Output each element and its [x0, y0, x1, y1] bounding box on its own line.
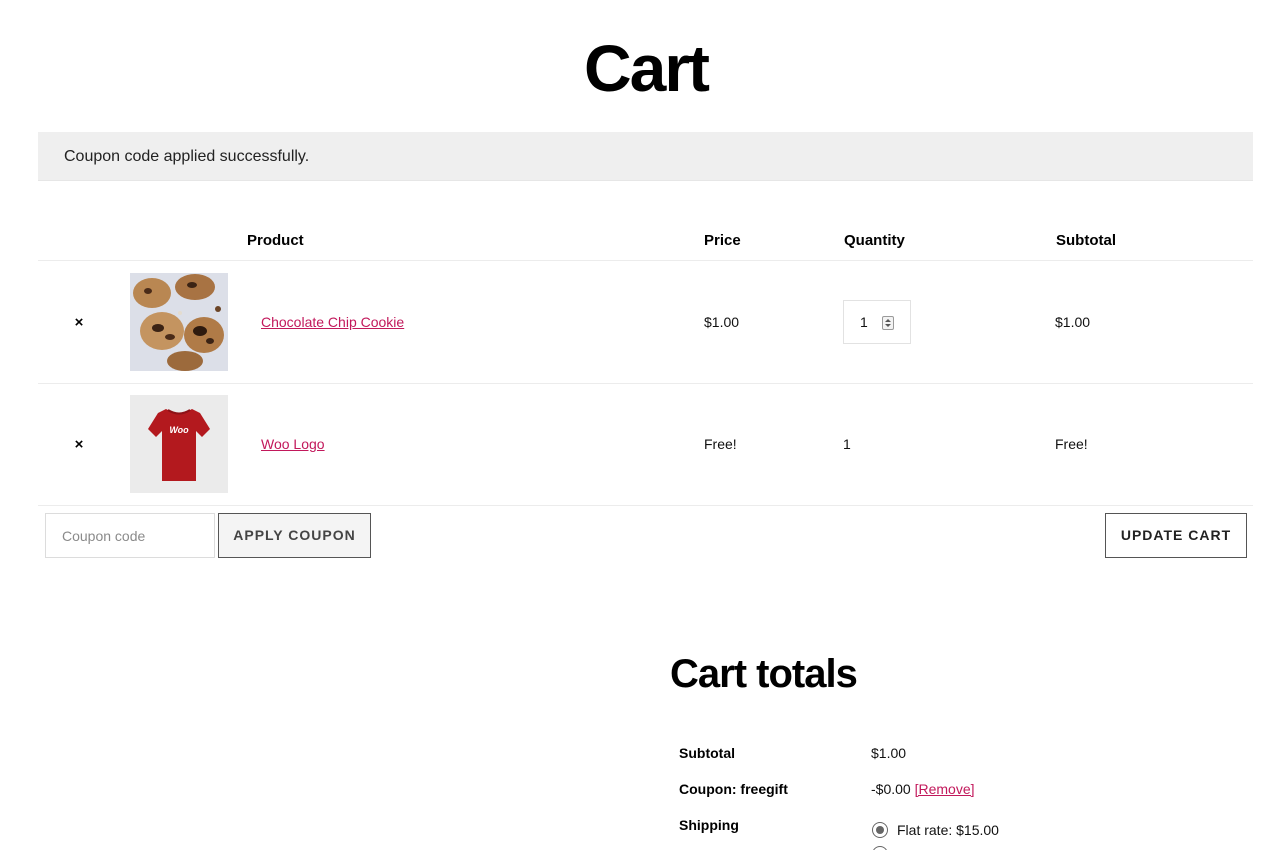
product-subtotal: Free! [1055, 436, 1088, 452]
remove-coupon-link[interactable]: [Remove] [915, 781, 975, 797]
quantity-stepper[interactable]: 1 [843, 300, 911, 344]
product-price: $1.00 [704, 314, 740, 330]
page-title: Cart [583, 31, 710, 105]
quantity-value: 1 [843, 436, 851, 452]
header-subtotal: Subtotal [1056, 232, 1116, 249]
subtotal-label: Subtotal [679, 745, 735, 761]
header-product: Product [247, 232, 304, 249]
header-quantity: Quantity [844, 232, 905, 249]
coupon-value-group: -$0.00 [Remove] [871, 781, 975, 797]
cookies-photo [130, 273, 228, 371]
header-price: Price [704, 232, 741, 249]
product-thumbnail[interactable]: Woo [130, 395, 228, 493]
coupon-label: Coupon: freegift [679, 781, 788, 797]
product-link[interactable]: Chocolate Chip Cookie [261, 314, 404, 330]
remove-item-button[interactable]: × [72, 436, 86, 453]
product-thumbnail[interactable] [130, 273, 228, 371]
spinner-arrows-icon[interactable] [882, 316, 894, 330]
cart-row: × Chocolate Chip Cookie $1.00 1 $1.00 [0, 261, 1272, 383]
coupon-code-input[interactable] [45, 513, 215, 558]
shipping-radio-selected[interactable] [872, 822, 888, 838]
row-divider [38, 505, 1253, 506]
cart-totals-title: Cart totals [670, 652, 858, 696]
apply-coupon-button[interactable]: APPLY COUPON [218, 513, 371, 558]
quantity-value[interactable]: 1 [860, 314, 868, 330]
shipping-label: Shipping [679, 817, 739, 833]
product-price: Free! [704, 436, 737, 452]
product-link[interactable]: Woo Logo [261, 436, 325, 452]
update-cart-button[interactable]: UPDATE CART [1105, 513, 1247, 558]
shirt-logo-text: Woo [169, 425, 189, 435]
cart-row: × Woo Woo Logo Free! 1 Free! [0, 384, 1272, 506]
shipping-radio[interactable] [872, 846, 888, 850]
success-notice: Coupon code applied successfully. [38, 132, 1253, 181]
shipping-option-label[interactable]: Flat rate: $15.00 [897, 822, 999, 838]
product-subtotal: $1.00 [1055, 314, 1091, 330]
coupon-discount-value: -$0.00 [871, 781, 911, 797]
remove-item-button[interactable]: × [72, 314, 86, 331]
red-tshirt-photo: Woo [130, 395, 228, 493]
subtotal-value: $1.00 [871, 745, 907, 761]
